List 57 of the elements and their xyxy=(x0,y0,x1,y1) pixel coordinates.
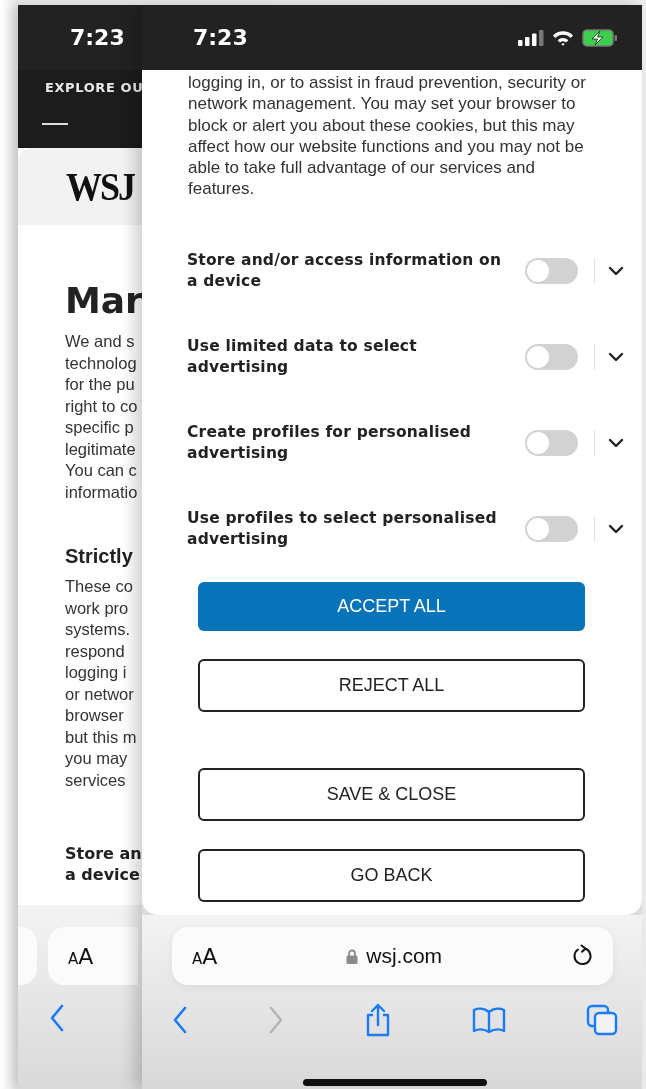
toggle-switch[interactable] xyxy=(525,515,578,542)
text-line: right to co xyxy=(65,395,139,417)
url-text: wsj.com xyxy=(366,944,443,968)
text-line: technolog xyxy=(65,352,138,374)
text-line: specific p xyxy=(65,417,135,438)
section-heading: Strictly xyxy=(65,544,134,568)
toggle-switch[interactable] xyxy=(525,257,578,284)
logo[interactable]: WSJ xyxy=(66,163,135,210)
purpose-title: Use limited data to select advertising xyxy=(187,335,418,378)
book-icon[interactable] xyxy=(472,1006,506,1034)
purpose-title: Use profiles to select personalised advertising xyxy=(187,507,498,550)
status-time: 7:23 xyxy=(70,25,125,50)
text-line: These co xyxy=(65,576,134,597)
purpose-title: Store and/or access information on a device xyxy=(187,249,503,292)
nav-label[interactable]: EXPLORE OU xyxy=(45,80,142,95)
text-line: you may xyxy=(65,748,129,769)
text-size-button[interactable]: AA xyxy=(48,927,138,985)
text-line: but this m xyxy=(65,726,138,748)
lock-icon xyxy=(346,948,359,964)
accept-button[interactable]: ACCEPT ALL xyxy=(198,581,585,631)
text-line: for the pu xyxy=(65,374,136,395)
wifi-icon xyxy=(552,29,574,46)
back-icon[interactable] xyxy=(172,1006,188,1034)
status-time: 7:23 xyxy=(193,25,248,50)
text-line: browser xyxy=(65,705,125,726)
purpose-title-line: a device xyxy=(65,864,141,885)
address-bar[interactable]: AA wsj.com xyxy=(172,927,613,985)
chevron-down-icon[interactable] xyxy=(608,437,624,448)
purpose-title-line: Store an xyxy=(65,843,142,864)
signal-icon xyxy=(518,29,544,46)
toggle-switch[interactable] xyxy=(525,429,578,456)
battery-charging-icon xyxy=(582,28,618,47)
text-line: logging i xyxy=(65,662,128,683)
chevron-down-icon[interactable] xyxy=(608,265,624,276)
text-line: legitimate xyxy=(65,438,137,460)
text-line: respond xyxy=(65,640,126,662)
address-bar xyxy=(18,927,37,985)
text-line: You can c xyxy=(65,460,138,481)
text-size-button[interactable]: AA xyxy=(192,943,218,969)
share-icon[interactable] xyxy=(364,1003,392,1037)
back-icon[interactable] xyxy=(49,1004,65,1032)
text-line: work pro xyxy=(65,597,130,619)
consent-button[interactable]: GO BACK xyxy=(198,848,585,902)
toggle-switch[interactable] xyxy=(525,343,578,370)
purpose-title: Create profiles for personalised advertising xyxy=(187,421,473,464)
text-line: informatio xyxy=(65,481,139,503)
tabs-icon[interactable] xyxy=(586,1004,618,1036)
chevron-down-icon[interactable] xyxy=(608,523,624,534)
consent-button[interactable]: SAVE & CLOSE xyxy=(198,767,585,821)
text-line: or networ xyxy=(65,683,135,705)
reload-icon[interactable] xyxy=(571,944,595,968)
chevron-down-icon[interactable] xyxy=(608,351,624,362)
consent-button[interactable]: REJECT ALL xyxy=(198,658,585,712)
text-line: services xyxy=(65,769,127,791)
text-line: We and s xyxy=(65,331,136,352)
cookie-notice: logging in, or to assist in fraud prevention, security or network management. You may set your browser to block or alert you about these cookies, but this may affect how our website functions and you may not be able to take full advantage of our services and features. xyxy=(187,72,587,200)
text-line: systems. xyxy=(65,619,132,640)
